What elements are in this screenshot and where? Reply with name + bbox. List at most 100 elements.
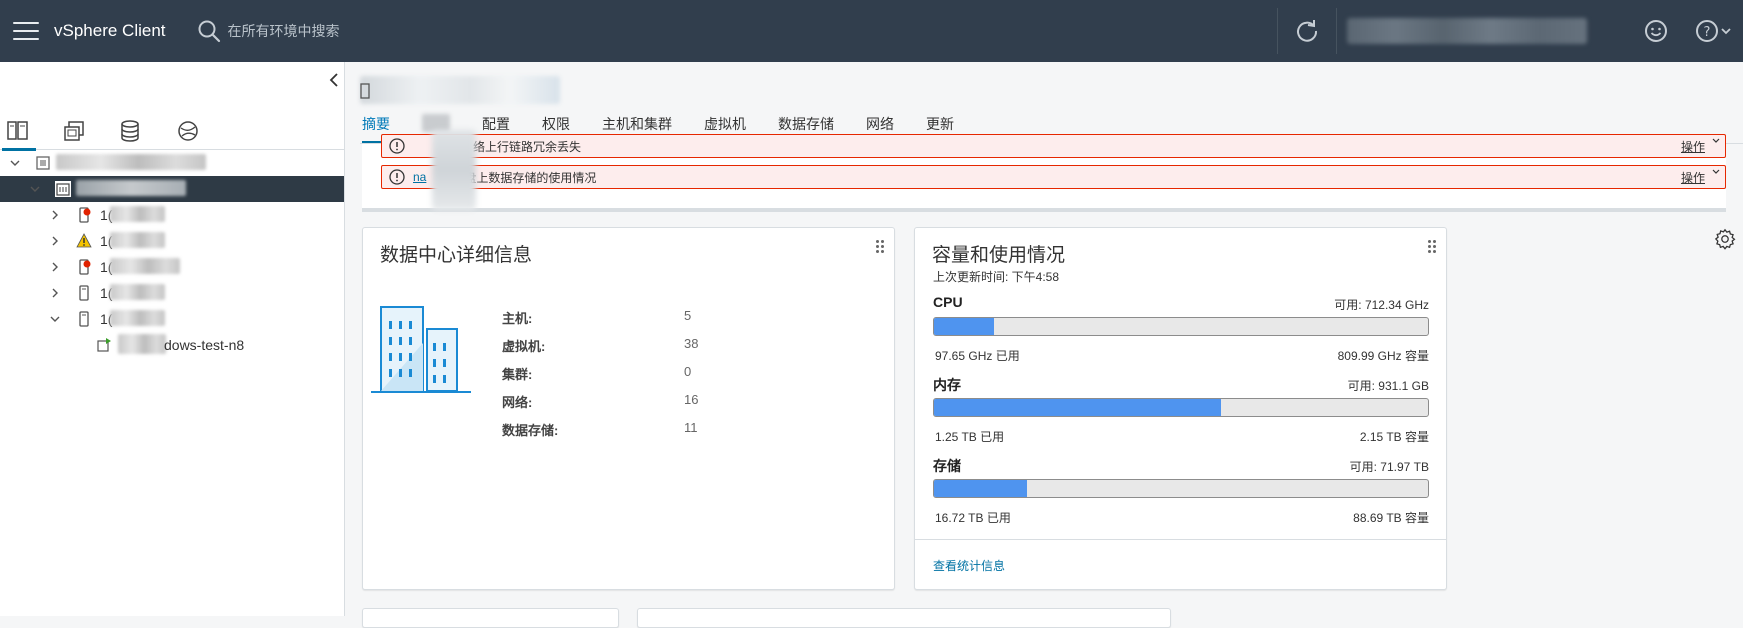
alert-icon <box>389 169 405 185</box>
chevron-right-icon[interactable] <box>48 208 62 222</box>
chevron-left-icon <box>329 73 338 87</box>
resource-name: 存储 <box>933 458 961 474</box>
search-input[interactable] <box>227 23 528 39</box>
tree-item-label-redacted <box>110 310 165 326</box>
stat-value: 11 <box>684 420 698 435</box>
alert-actions-link[interactable]: 操作 <box>1681 138 1705 155</box>
tree-item-label: dows-test-n8 <box>164 337 245 353</box>
card-title: 容量和使用情况 <box>932 245 1066 266</box>
host-error-icon <box>79 207 91 223</box>
alert-banner: na 盘上数据存储的使用情况 操作 <box>381 165 1726 189</box>
tree-item-datacenter[interactable] <box>0 176 344 202</box>
chevron-right-icon[interactable] <box>48 286 62 300</box>
datacenter-building-icon <box>371 306 471 393</box>
collapse-panel-button[interactable] <box>328 72 340 93</box>
divider <box>1336 8 1337 54</box>
tree-item-host[interactable]: 1( <box>0 254 344 280</box>
chevron-down-icon[interactable] <box>1712 137 1720 145</box>
networking-view-tab[interactable] <box>172 116 204 146</box>
resource-available: 可用: 931.1 GB <box>1347 379 1429 393</box>
drag-handle-icon[interactable] <box>876 240 884 256</box>
stat-value: 38 <box>684 336 699 351</box>
card-partial <box>637 608 1171 628</box>
stat-row-clusters: 集群: 0 <box>502 364 802 384</box>
user-menu[interactable] <box>1347 18 1587 44</box>
network-globe-icon <box>178 121 198 141</box>
alerts-panel: 络上行链路冗余丢失 操作 na 盘上数据存储的使用情况 操作 <box>362 134 1726 212</box>
help-button[interactable]: ? <box>1685 0 1743 62</box>
resource-used: 1.25 TB 已用 <box>935 430 1005 444</box>
tree-item-host[interactable]: 1( <box>0 306 344 332</box>
tree-item-label-redacted <box>110 284 165 300</box>
stat-value: 0 <box>684 364 692 379</box>
alert-text: 络上行链路冗余丢失 <box>473 139 582 154</box>
alert-banner: 络上行链路冗余丢失 操作 <box>381 134 1726 158</box>
card-partial <box>362 608 619 628</box>
chevron-right-icon[interactable] <box>48 260 62 274</box>
usage-bar-fill <box>934 399 1221 416</box>
tree-item-label-redacted <box>76 180 186 196</box>
vms-templates-view-tab[interactable] <box>58 116 90 146</box>
tree-item-vcenter[interactable] <box>0 150 344 176</box>
datacenter-icon <box>55 181 71 197</box>
customize-view-button[interactable] <box>1714 228 1736 255</box>
resource-name: CPU <box>933 294 963 310</box>
chevron-down-icon[interactable] <box>28 182 42 196</box>
app-title[interactable]: vSphere Client <box>54 21 166 41</box>
stat-label: 主机: <box>502 311 533 326</box>
view-stats-link[interactable]: 查看统计信息 <box>933 557 1005 574</box>
host-icon <box>79 311 89 327</box>
svg-text:?: ? <box>1704 25 1711 40</box>
hosts-clusters-view-tab[interactable] <box>2 116 36 151</box>
storage-view-tab[interactable] <box>114 116 146 146</box>
divider <box>915 539 1446 540</box>
stat-label: 网络: <box>502 395 533 410</box>
capacity-storage: 存储 可用: 71.97 TB 16.72 TB 已用 88.69 TB 容量 <box>933 456 1429 536</box>
redacted-region <box>432 130 476 210</box>
global-search[interactable] <box>196 0 528 62</box>
host-icon <box>79 285 89 301</box>
navigator-panel: 1( 1( 1( 1( 1( dows-test-n8 <box>0 62 345 616</box>
tree-item-host[interactable]: 1( <box>0 280 344 306</box>
resource-used: 16.72 TB 已用 <box>935 511 1011 525</box>
stat-value: 16 <box>684 392 699 407</box>
stat-row-hosts: 主机: 5 <box>502 308 802 328</box>
chevron-down-icon[interactable] <box>48 312 62 326</box>
refresh-icon <box>1297 20 1318 42</box>
gear-icon <box>1714 228 1736 250</box>
stat-row-vms: 虚拟机: 38 <box>502 336 802 356</box>
chevron-down-icon[interactable] <box>8 156 22 170</box>
chevron-down-icon[interactable] <box>1712 168 1720 176</box>
tree-item-host[interactable]: 1( <box>0 202 344 228</box>
search-icon <box>198 20 220 43</box>
stat-row-networks: 网络: 16 <box>502 392 802 412</box>
resource-used: 97.65 GHz 已用 <box>935 349 1020 363</box>
host-warning-icon <box>76 233 92 248</box>
inventory-views <box>0 110 344 151</box>
resource-capacity: 2.15 TB 容量 <box>1359 430 1429 444</box>
drag-handle-icon[interactable] <box>1428 240 1436 256</box>
refresh-button[interactable] <box>1278 0 1336 62</box>
usage-bar <box>933 317 1429 336</box>
tree-item-vm[interactable]: dows-test-n8 <box>0 332 344 358</box>
host-error-icon <box>79 259 91 275</box>
datacenter-details-card: 数据中心详细信息 主机: 5 虚拟机: 38 集群: 0 网络: 16 数据存储: 11 <box>362 227 895 590</box>
hosts-clusters-icon <box>7 121 28 140</box>
alert-text: 盘上数据存储的使用情况 <box>464 170 597 185</box>
menu-icon[interactable] <box>13 22 39 40</box>
feedback-button[interactable] <box>1627 0 1685 62</box>
capacity-usage-card: 容量和使用情况 上次更新时间: 下午4:58 CPU 可用: 712.34 GH… <box>914 227 1447 590</box>
usage-bar <box>933 479 1429 498</box>
resource-capacity: 88.69 TB 容量 <box>1353 511 1429 525</box>
stat-label: 数据存储: <box>502 423 559 438</box>
alert-actions-link[interactable]: 操作 <box>1681 169 1705 186</box>
tree-item-host[interactable]: 1( <box>0 228 344 254</box>
resource-available: 可用: 71.97 TB <box>1349 460 1429 474</box>
vms-templates-icon <box>64 121 84 141</box>
last-updated: 上次更新时间: 下午4:58 <box>933 270 1060 284</box>
chevron-right-icon[interactable] <box>48 234 62 248</box>
alert-source-link[interactable]: na <box>413 170 426 184</box>
vcenter-icon <box>36 156 50 170</box>
top-header: vSphere Client ? <box>0 0 1743 62</box>
alert-icon <box>389 138 405 154</box>
